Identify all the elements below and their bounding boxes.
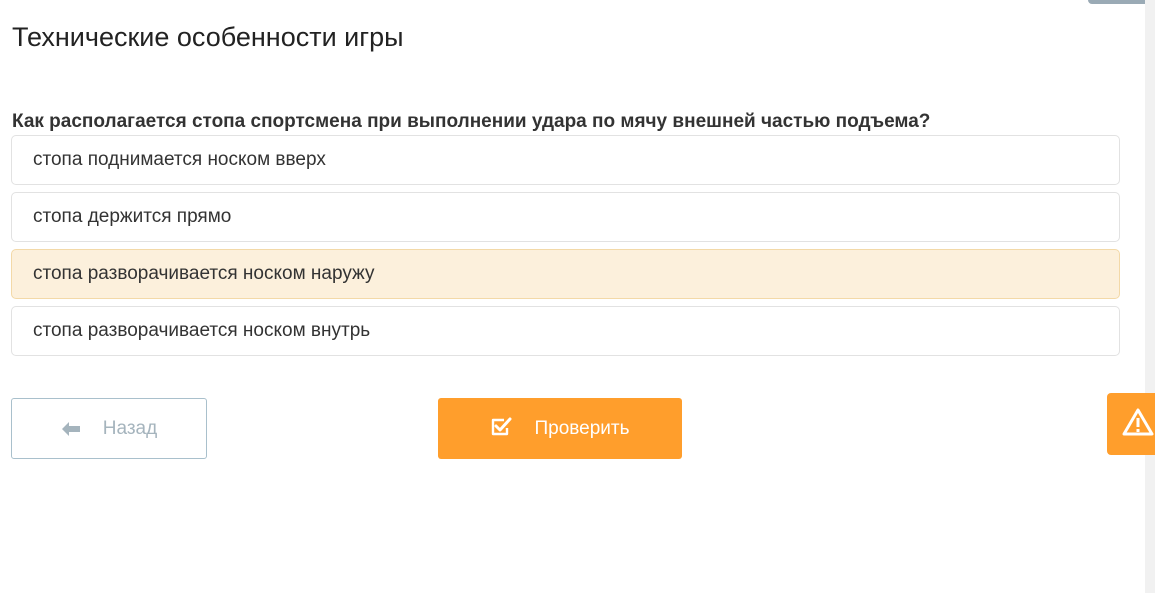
answer-options: стопа поднимается носком вверх стопа дер… bbox=[11, 135, 1120, 363]
answer-option-label: стопа разворачивается носком наружу bbox=[33, 263, 375, 284]
back-button-label: Назад bbox=[102, 417, 158, 439]
check-button[interactable]: Проверить bbox=[438, 398, 682, 459]
answer-option-label: стопа держится прямо bbox=[33, 206, 232, 227]
arrow-left-icon bbox=[61, 421, 81, 437]
page-title: Технические особенности игры bbox=[12, 22, 404, 52]
warning-triangle-icon bbox=[1121, 407, 1155, 442]
check-button-label: Проверить bbox=[534, 417, 630, 439]
answer-option-label: стопа разворачивается носком внутрь bbox=[33, 320, 371, 341]
back-button[interactable]: Назад bbox=[11, 398, 207, 459]
checkbox-check-icon bbox=[490, 417, 512, 437]
answer-option-label: стопа поднимается носком вверх bbox=[33, 149, 326, 170]
question-text: Как располагается стопа спортсмена при в… bbox=[12, 111, 931, 132]
answer-option-1[interactable]: стопа поднимается носком вверх bbox=[11, 135, 1120, 185]
answer-option-4[interactable]: стопа разворачивается носком внутрь bbox=[11, 306, 1120, 356]
answer-option-3-selected[interactable]: стопа разворачивается носком наружу bbox=[11, 249, 1120, 299]
quiz-page: Технические особенности игры Как распола… bbox=[0, 0, 1155, 593]
scrollbar[interactable] bbox=[1145, 0, 1155, 593]
answer-option-2[interactable]: стопа держится прямо bbox=[11, 192, 1120, 242]
report-problem-button[interactable] bbox=[1107, 393, 1155, 455]
